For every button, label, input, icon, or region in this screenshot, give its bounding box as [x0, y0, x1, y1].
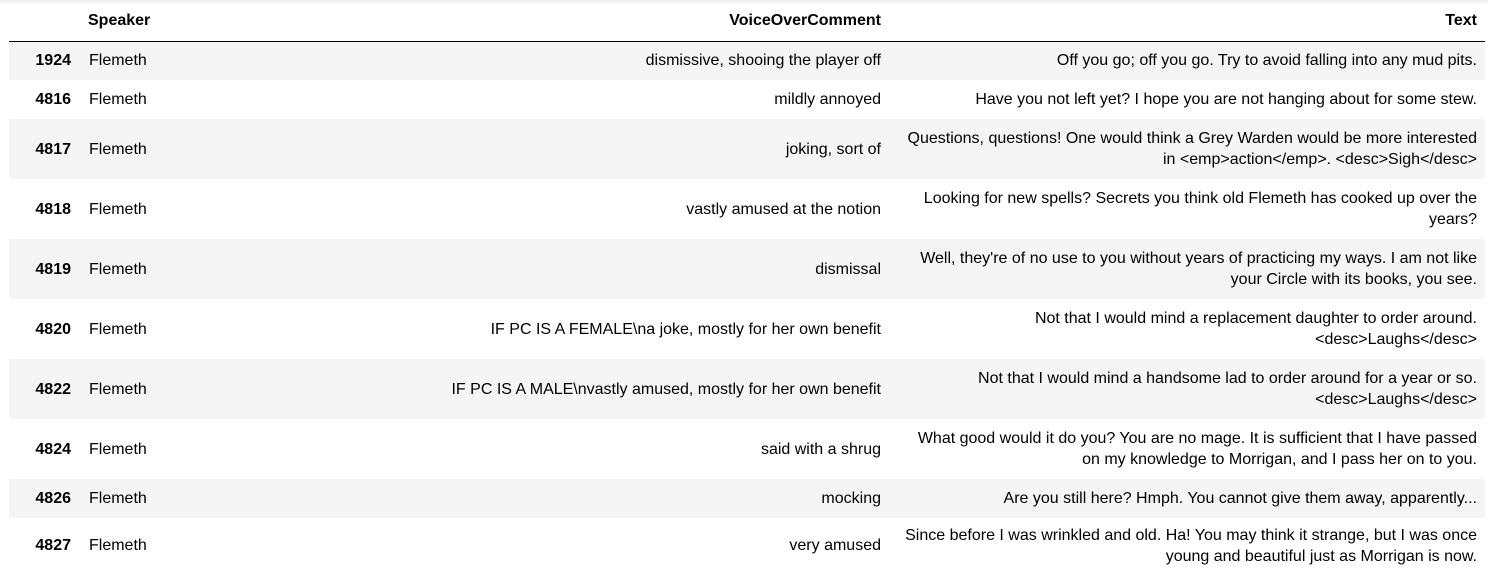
table-row: 4819 Flemeth dismissal Well, they're of …	[9, 239, 1485, 299]
row-index: 1924	[35, 52, 71, 70]
row-index: 4820	[35, 320, 71, 338]
row-index: 4819	[35, 260, 71, 278]
cell-voiceovercomment: IF PC IS A MALE\nvastly amused, mostly f…	[451, 380, 881, 398]
row-index: 4826	[35, 490, 71, 507]
table-row: 4816 Flemeth mildly annoyed Have you not…	[9, 80, 1485, 119]
cell-voiceovercomment: very amused	[789, 537, 881, 554]
row-index: 4822	[35, 380, 71, 398]
dataframe-table: Speaker VoiceOverComment Text 1924 Fleme…	[9, 0, 1485, 573]
cell-voiceovercomment: joking, sort of	[785, 140, 881, 158]
cell-speaker: Flemeth	[89, 490, 147, 507]
cell-text: Since before I was wrinkled and old. Ha!…	[905, 526, 1477, 565]
row-index: 4818	[35, 200, 71, 218]
table-row: 4824 Flemeth said with a shrug What good…	[9, 419, 1485, 479]
table-row: 4826 Flemeth mocking Are you still here?…	[9, 479, 1485, 518]
table-row: 4817 Flemeth joking, sort of Questions, …	[9, 119, 1485, 179]
cell-text: Not that I would mind a handsome lad to …	[978, 370, 1477, 408]
table-header: Speaker VoiceOverComment Text	[9, 0, 1485, 42]
table-row: 4820 Flemeth IF PC IS A FEMALE\na joke, …	[9, 299, 1485, 359]
cell-speaker: Flemeth	[89, 380, 147, 398]
cell-text: Are you still here? Hmph. You cannot giv…	[1003, 490, 1477, 507]
table-row: 4822 Flemeth IF PC IS A MALE\nvastly amu…	[9, 359, 1485, 419]
cell-text: Looking for new spells? Secrets you thin…	[923, 190, 1477, 228]
cell-voiceovercomment: dismissal	[815, 260, 881, 278]
row-index: 4827	[35, 537, 71, 554]
table-row: 4827 Flemeth very amused Since before I …	[9, 518, 1485, 573]
table-row: 1924 Flemeth dismissive, shooing the pla…	[9, 41, 1485, 80]
cell-voiceovercomment: IF PC IS A FEMALE\na joke, mostly for he…	[490, 320, 881, 338]
row-index: 4816	[35, 91, 71, 108]
cell-speaker: Flemeth	[89, 537, 147, 554]
cell-text: Well, they're of no use to you without y…	[920, 250, 1477, 288]
cell-speaker: Flemeth	[89, 260, 147, 278]
cell-speaker: Flemeth	[89, 440, 147, 458]
cell-voiceovercomment: said with a shrug	[760, 440, 881, 458]
cell-speaker: Flemeth	[89, 91, 147, 108]
cell-voiceovercomment: vastly amused at the notion	[686, 200, 881, 218]
table-row: 4818 Flemeth vastly amused at the notion…	[9, 179, 1485, 239]
header-voiceovercomment: VoiceOverComment	[239, 0, 889, 42]
cell-text: Off you go; off you go. Try to avoid fal…	[1056, 52, 1477, 70]
header-index	[9, 0, 79, 42]
header-text: Text	[889, 0, 1485, 42]
dataframe-output: Speaker VoiceOverComment Text 1924 Fleme…	[0, 0, 1488, 575]
header-speaker: Speaker	[79, 0, 239, 42]
cell-speaker: Flemeth	[89, 52, 147, 70]
cell-voiceovercomment: dismissive, shooing the player off	[645, 52, 881, 70]
cell-text: What good would it do you? You are no ma…	[917, 430, 1477, 468]
row-index: 4824	[35, 440, 71, 458]
cell-speaker: Flemeth	[89, 140, 147, 158]
cell-speaker: Flemeth	[89, 320, 147, 338]
row-index: 4817	[35, 140, 71, 158]
header-row: Speaker VoiceOverComment Text	[9, 0, 1485, 42]
cell-text: Not that I would mind a replacement daug…	[1034, 310, 1477, 348]
cell-voiceovercomment: mildly annoyed	[774, 91, 881, 108]
cell-voiceovercomment: mocking	[821, 490, 881, 507]
cell-text: Questions, questions! One would think a …	[907, 130, 1477, 168]
cell-speaker: Flemeth	[89, 200, 147, 218]
table-body: 1924 Flemeth dismissive, shooing the pla…	[9, 41, 1485, 573]
cell-text: Have you not left yet? I hope you are no…	[975, 91, 1477, 108]
